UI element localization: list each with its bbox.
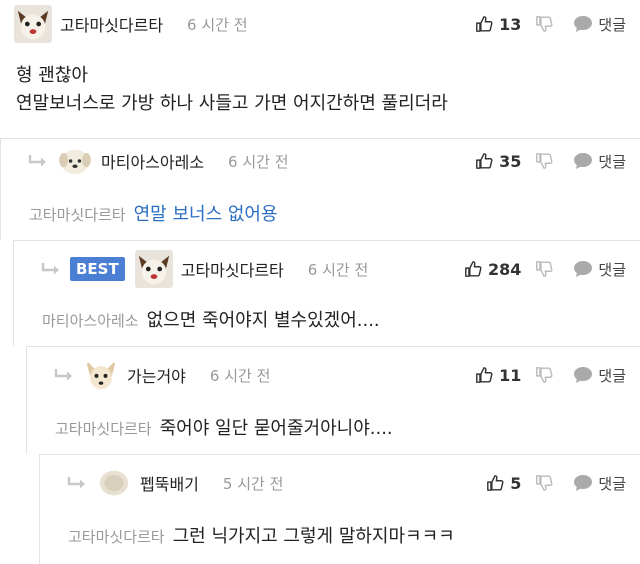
reply-arrow-icon	[27, 154, 49, 168]
reply-label: 댓글	[598, 260, 626, 279]
mention[interactable]: 마티아스아레소	[42, 312, 139, 330]
like-button[interactable]: 284	[464, 260, 521, 279]
avatar[interactable]	[96, 468, 132, 498]
comment-3: BEST 고타마싯다르타 6 시간 전 284 댓글 마티아스아레소 없으면 죽어…	[13, 240, 640, 346]
thumbs-down-icon	[535, 366, 553, 384]
avatar[interactable]	[83, 357, 119, 393]
speech-bubble-icon	[573, 152, 593, 170]
thumbs-up-icon	[464, 260, 482, 278]
like-count: 11	[499, 365, 522, 385]
comment-body: 형 괜찮아 연말보너스로 가방 하나 사들고 가면 어지간하면 풀리더라	[16, 62, 448, 118]
comment-body: 고타마싯다르타 죽어야 일단 묻어줄거아니야....	[55, 415, 393, 443]
reply-arrow-icon	[40, 262, 62, 276]
comment-actions: 13 댓글	[475, 4, 626, 44]
thumbs-up-icon	[475, 152, 493, 170]
timestamp: 5 시간 전	[222, 474, 284, 493]
author-name[interactable]: 고타마싯다르타	[60, 12, 163, 36]
comment-4: 가는거야 6 시간 전 11 댓글 고타마싯다르타 죽어야 일단 묻어줄거아니야.…	[26, 346, 640, 454]
dislike-button[interactable]	[535, 152, 553, 170]
best-badge: BEST	[70, 257, 125, 281]
comment-line: 형 괜찮아	[16, 65, 88, 86]
mention[interactable]: 고타마싯다르타	[29, 206, 126, 224]
like-count: 284	[487, 259, 522, 279]
timestamp: 6 시간 전	[307, 260, 369, 279]
like-count: 5	[510, 473, 522, 493]
reply-label: 댓글	[598, 474, 626, 493]
reply-label: 댓글	[598, 152, 626, 171]
avatar[interactable]	[14, 5, 52, 43]
like-button[interactable]: 13	[475, 15, 521, 34]
comment-actions: 11 댓글	[475, 355, 626, 395]
mention[interactable]: 고타마싯다르타	[55, 420, 152, 438]
reply-arrow-icon	[53, 368, 75, 382]
comment-5: 펩뚝배기 5 시간 전 5 댓글 고타마싯다르타 그런 닉가지고 그렇게 말하지마…	[39, 454, 640, 564]
thumbs-up-icon	[475, 366, 493, 384]
mention[interactable]: 고타마싯다르타	[68, 528, 165, 546]
like-button[interactable]: 5	[486, 474, 521, 493]
comment-body: 고타마싯다르타 그런 닉가지고 그렇게 말하지마ㅋㅋㅋ	[68, 523, 455, 551]
thumbs-up-icon	[475, 15, 493, 33]
comment-line: 연말보너스로 가방 하나 사들고 가면 어지간하면 풀리더라	[16, 93, 448, 114]
comment-text: 없으면 죽어야지 별수있겠어....	[146, 310, 380, 331]
author-name[interactable]: 가는거야	[127, 363, 186, 387]
reply-button[interactable]: 댓글	[573, 14, 626, 35]
comment-2: 마티아스아레소 6 시간 전 35 댓글 고타마싯다르타 연말 보너스 없어용	[0, 138, 640, 240]
comment-text: 연말 보너스 없어용	[133, 204, 278, 225]
speech-bubble-icon	[573, 15, 593, 33]
thumbs-down-icon	[535, 260, 553, 278]
comment-actions: 35 댓글	[475, 141, 626, 181]
comment-text: 그런 닉가지고 그렇게 말하지마ㅋㅋㅋ	[172, 526, 455, 547]
reply-button[interactable]: 댓글	[573, 259, 626, 280]
like-button[interactable]: 11	[475, 366, 521, 385]
dislike-button[interactable]	[535, 366, 553, 384]
comment-actions: 5 댓글	[486, 463, 626, 503]
timestamp: 6 시간 전	[209, 366, 271, 385]
speech-bubble-icon	[573, 366, 593, 384]
speech-bubble-icon	[573, 260, 593, 278]
reply-label: 댓글	[598, 15, 626, 34]
timestamp: 6 시간 전	[228, 152, 289, 171]
like-count: 13	[499, 14, 522, 34]
thumbs-down-icon	[535, 474, 553, 492]
author-name[interactable]: 고타마싯다르타	[181, 257, 284, 281]
reply-button[interactable]: 댓글	[573, 365, 626, 386]
timestamp: 6 시간 전	[187, 15, 248, 34]
comment-text: 죽어야 일단 묻어줄거아니야....	[159, 418, 393, 439]
comment-body: 마티아스아레소 없으면 죽어야지 별수있겠어....	[42, 307, 380, 335]
reply-button[interactable]: 댓글	[573, 151, 626, 172]
author-name[interactable]: 펩뚝배기	[140, 471, 199, 495]
reply-button[interactable]: 댓글	[573, 473, 626, 494]
thumbs-down-icon	[535, 152, 553, 170]
thumbs-down-icon	[535, 15, 553, 33]
reply-label: 댓글	[598, 366, 626, 385]
avatar[interactable]	[135, 250, 173, 288]
author-name[interactable]: 마티아스아레소	[101, 149, 204, 173]
comment-body: 고타마싯다르타 연말 보너스 없어용	[29, 201, 278, 229]
like-button[interactable]: 35	[475, 152, 521, 171]
dislike-button[interactable]	[535, 15, 553, 33]
thumbs-up-icon	[486, 474, 504, 492]
avatar[interactable]	[57, 146, 93, 176]
like-count: 35	[499, 151, 522, 171]
reply-arrow-icon	[66, 476, 88, 490]
comment-actions: 284 댓글	[464, 249, 626, 289]
comment-1: 고타마싯다르타 6 시간 전 13 댓글 형 괜찮아 연말보너스로 가방 하나 …	[0, 0, 640, 128]
dislike-button[interactable]	[535, 474, 553, 492]
speech-bubble-icon	[573, 474, 593, 492]
dislike-button[interactable]	[535, 260, 553, 278]
